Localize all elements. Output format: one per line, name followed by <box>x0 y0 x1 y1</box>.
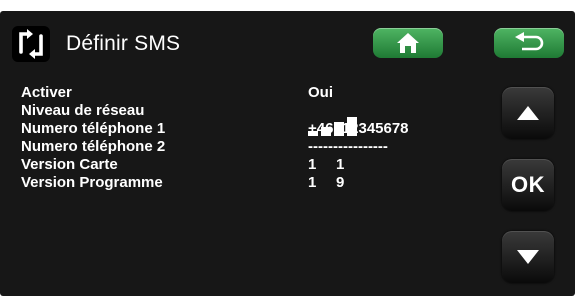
home-button[interactable] <box>373 28 443 58</box>
label-program-version: Version Programme <box>21 174 163 191</box>
ok-button[interactable]: OK <box>502 159 554 211</box>
ok-label: OK <box>511 172 545 197</box>
up-button[interactable] <box>502 87 554 139</box>
label-phone-2: Numero téléphone 2 <box>21 138 166 155</box>
arrow-up-icon <box>517 106 539 120</box>
value-activer[interactable]: Oui <box>308 84 333 101</box>
value-phone-2[interactable]: ---------------- <box>308 138 388 155</box>
label-network-level: Niveau de réseau <box>21 102 145 119</box>
card-version-major: 1 <box>308 156 317 173</box>
value-phone-1[interactable]: +46712345678 <box>308 120 409 137</box>
page-title: Définir SMS <box>66 32 181 55</box>
program-version-minor: 9 <box>336 174 345 191</box>
label-activer: Activer <box>21 84 72 101</box>
label-card-version: Version Carte <box>21 156 118 173</box>
label-phone-1: Numero téléphone 1 <box>21 120 166 137</box>
back-button[interactable] <box>494 28 564 58</box>
arrow-down-icon <box>517 250 539 264</box>
home-icon <box>397 33 419 53</box>
down-button[interactable] <box>502 231 554 283</box>
screen: Définir SMS Activer Oui Niveau de réseau… <box>0 11 575 296</box>
refresh-frame-icon <box>12 26 50 62</box>
program-version-major: 1 <box>308 174 317 191</box>
return-arrow-icon <box>515 32 544 51</box>
card-version-minor: 1 <box>336 156 345 173</box>
